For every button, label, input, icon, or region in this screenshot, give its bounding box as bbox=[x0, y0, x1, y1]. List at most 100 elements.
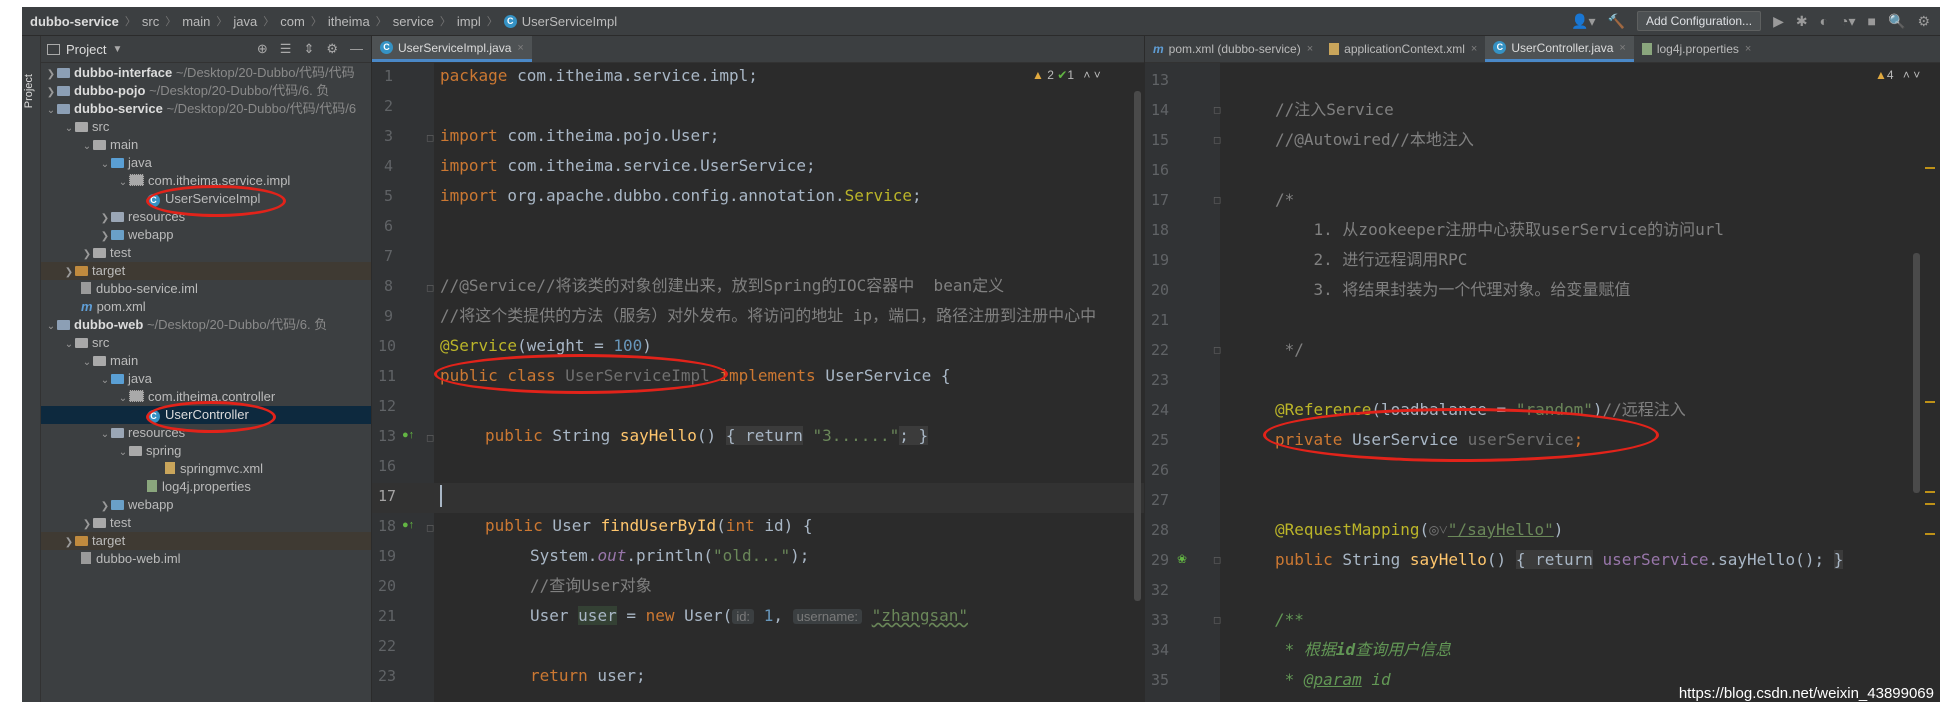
locate-icon[interactable]: ⊕ bbox=[257, 41, 268, 57]
breadcrumb-current[interactable]: UserServiceImpl bbox=[522, 14, 617, 29]
fold-icon[interactable]: ◻ bbox=[1213, 105, 1223, 116]
tree-item[interactable]: ⌄ com.itheima.controller bbox=[41, 388, 371, 406]
tree-item-selected[interactable]: C UserController bbox=[41, 406, 371, 424]
tab-log4j-properties[interactable]: log4j.properties × bbox=[1634, 36, 1760, 62]
tree-item[interactable]: ⌄ src bbox=[41, 118, 371, 136]
fold-icon[interactable]: ◻ bbox=[1213, 345, 1223, 356]
close-icon[interactable]: × bbox=[1471, 43, 1477, 55]
gear-icon[interactable]: ⚙ bbox=[1917, 13, 1930, 30]
tab-userserviceimpl[interactable]: C UserServiceImpl.java × bbox=[372, 36, 532, 62]
breadcrumb-item[interactable]: itheima bbox=[328, 14, 370, 29]
expand-all-icon[interactable]: ☰ bbox=[280, 41, 292, 57]
error-stripe-mark[interactable] bbox=[1925, 533, 1935, 535]
tree-item[interactable]: ⌄ com.itheima.service.impl bbox=[41, 172, 371, 190]
error-stripe-mark[interactable] bbox=[1925, 167, 1935, 169]
line-number: 26 bbox=[1151, 461, 1170, 479]
tree-item[interactable]: ⌄ src bbox=[41, 334, 371, 352]
tab-applicationcontext-xml[interactable]: applicationContext.xml × bbox=[1321, 36, 1485, 62]
tree-item[interactable]: log4j.properties bbox=[41, 478, 371, 496]
tree-item[interactable]: ❯ test bbox=[41, 514, 371, 532]
fold-icon[interactable]: ◻ bbox=[426, 523, 436, 534]
coverage-icon[interactable]: ◐ bbox=[1820, 13, 1828, 29]
vertical-scrollbar[interactable] bbox=[1913, 253, 1920, 493]
tab-usercontroller[interactable]: C UserController.java × bbox=[1485, 36, 1634, 62]
right-code-editor[interactable]: ▲4 ˄ ˅ 13 14 15 16 17 18 19 20 21 22 23 … bbox=[1145, 63, 1940, 702]
code-line: @Reference(loadbalance = "random")//远程注入 bbox=[1275, 400, 1686, 419]
breadcrumb-item[interactable]: com bbox=[280, 14, 305, 29]
breadcrumb-item[interactable]: service bbox=[393, 14, 434, 29]
hammer-icon[interactable]: 🔨 bbox=[1608, 13, 1625, 30]
implements-icon[interactable]: ●↑ bbox=[402, 430, 414, 441]
close-icon[interactable]: × bbox=[517, 42, 523, 54]
tree-item[interactable]: ⌄ java bbox=[41, 154, 371, 172]
code-line: import org.apache.dubbo.config.annotatio… bbox=[440, 186, 922, 205]
tree-item[interactable]: ❯ test bbox=[41, 244, 371, 262]
fold-icon[interactable]: ◻ bbox=[426, 133, 436, 144]
tree-item[interactable]: C UserServiceImpl bbox=[41, 190, 371, 208]
breadcrumb-item[interactable]: java bbox=[233, 14, 257, 29]
line-number: 29 bbox=[1151, 551, 1170, 569]
tree-item[interactable]: ⌄ java bbox=[41, 370, 371, 388]
left-code-editor[interactable]: ▲ 2 ✔1 ˄ ˅ 1 2 3 4 5 6 7 8 9 10 11 12 13… bbox=[372, 63, 1144, 702]
error-stripe-mark[interactable] bbox=[1925, 401, 1935, 403]
chevron-up-icon[interactable]: ˄ bbox=[1083, 68, 1090, 82]
inspection-widget[interactable]: ▲4 ˄ ˅ bbox=[1875, 68, 1920, 82]
tree-item[interactable]: dubbo-web.iml bbox=[41, 550, 371, 568]
tree-item[interactable]: ⌄ dubbo-web ~/Desktop/20-Dubbo/代码/6. 负 bbox=[41, 316, 371, 334]
tree-item[interactable]: ❯ dubbo-pojo ~/Desktop/20-Dubbo/代码/6. 负 bbox=[41, 82, 371, 100]
chevron-down-icon[interactable]: ˅ bbox=[1913, 68, 1920, 82]
add-configuration-button[interactable]: Add Configuration... bbox=[1636, 11, 1762, 31]
fold-icon[interactable]: ◻ bbox=[1213, 555, 1223, 566]
spring-bean-icon[interactable]: ❀ bbox=[1177, 553, 1187, 565]
implements-icon[interactable]: ●↑ bbox=[402, 520, 414, 531]
fold-icon[interactable]: ◻ bbox=[1213, 135, 1223, 146]
breadcrumb-item[interactable]: dubbo-service bbox=[30, 14, 119, 29]
tree-item[interactable]: ❯ webapp bbox=[41, 226, 371, 244]
gear-icon[interactable]: ⚙ bbox=[326, 41, 338, 57]
tree-item[interactable]: ⌄ dubbo-service ~/Desktop/20-Dubbo/代码/代码/… bbox=[41, 100, 371, 118]
fold-icon[interactable]: ◻ bbox=[1213, 195, 1223, 206]
code-line: */ bbox=[1275, 340, 1304, 359]
tree-item[interactable]: ❯ resources bbox=[41, 208, 371, 226]
fold-icon[interactable]: ◻ bbox=[1213, 615, 1223, 626]
collapse-all-icon[interactable]: ⇕ bbox=[303, 41, 314, 57]
search-icon[interactable]: 🔍 bbox=[1888, 13, 1905, 30]
debug-icon[interactable]: ✱ bbox=[1796, 13, 1808, 30]
breadcrumb-item[interactable]: impl bbox=[457, 14, 481, 29]
breadcrumb-item[interactable]: src bbox=[142, 14, 159, 29]
breadcrumb-item[interactable]: main bbox=[182, 14, 210, 29]
fold-icon[interactable]: ◻ bbox=[426, 283, 436, 294]
close-icon[interactable]: × bbox=[1745, 43, 1751, 55]
code-line: //@Service//将该类的对象创建出来，放到Spring的IOC容器中 b… bbox=[440, 276, 1005, 295]
tree-item[interactable]: ⌄ resources bbox=[41, 424, 371, 442]
run-icon[interactable]: ▶ bbox=[1773, 13, 1784, 30]
inspection-widget[interactable]: ▲ 2 ✔1 ˄ ˅ bbox=[1032, 68, 1101, 82]
chevron-up-icon[interactable]: ˄ bbox=[1903, 68, 1910, 82]
error-stripe-mark[interactable] bbox=[1925, 491, 1935, 493]
fold-icon[interactable]: ◻ bbox=[426, 433, 436, 444]
close-icon[interactable]: × bbox=[1619, 42, 1625, 54]
tree-item[interactable]: ⌄ spring bbox=[41, 442, 371, 460]
profile-icon[interactable]: ◔▾ bbox=[1840, 13, 1855, 30]
tree-item[interactable]: ❯ target bbox=[41, 262, 371, 280]
tree-item[interactable]: ❯ webapp bbox=[41, 496, 371, 514]
tree-item[interactable]: ❯ target bbox=[41, 532, 371, 550]
stop-icon[interactable]: ■ bbox=[1868, 13, 1876, 29]
tree-item[interactable]: ❯ dubbo-interface ~/Desktop/20-Dubbo/代码/代… bbox=[41, 64, 371, 82]
error-stripe-mark[interactable] bbox=[1925, 503, 1935, 505]
line-number: 15 bbox=[1151, 131, 1170, 149]
tree-item[interactable]: dubbo-service.iml bbox=[41, 280, 371, 298]
tree-item[interactable]: springmvc.xml bbox=[41, 460, 371, 478]
chevron-down-icon[interactable]: ▼ bbox=[112, 44, 122, 55]
chevron-down-icon[interactable]: ˅ bbox=[1094, 68, 1101, 82]
user-icon[interactable]: 👤▾ bbox=[1571, 13, 1595, 30]
tab-pom-xml[interactable]: m pom.xml (dubbo-service) × bbox=[1145, 36, 1321, 62]
tree-item[interactable]: ⌄ main bbox=[41, 352, 371, 370]
project-tool-button[interactable]: Project bbox=[23, 74, 35, 108]
tree-item[interactable]: ⌄ main bbox=[41, 136, 371, 154]
tree-item[interactable]: m pom.xml bbox=[41, 298, 371, 316]
hide-icon[interactable]: — bbox=[350, 41, 363, 57]
vertical-scrollbar[interactable] bbox=[1134, 91, 1141, 601]
project-view-selector[interactable]: Project bbox=[66, 42, 106, 57]
close-icon[interactable]: × bbox=[1307, 43, 1313, 55]
